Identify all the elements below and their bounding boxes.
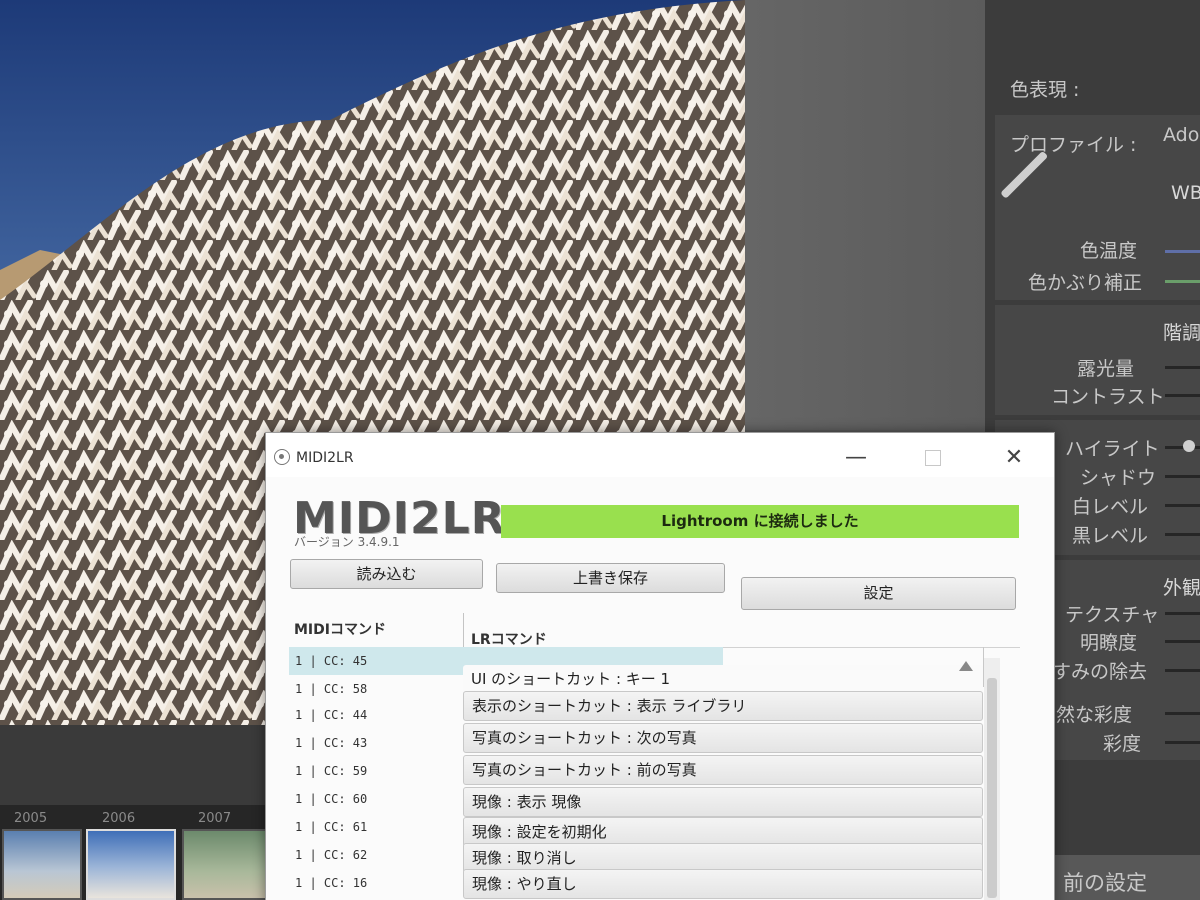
lr-command-dropdown[interactable]: 表示のショートカット : 表示 ライブラリ (463, 691, 983, 721)
midi2lr-app-icon (274, 449, 290, 465)
midi-command-cell: 1 | CC: 62 (295, 848, 368, 862)
connection-status: Lightroom に接続しました (501, 505, 1019, 538)
wb-label: WB (1171, 182, 1200, 204)
midi-command-cell: 1 | CC: 58 (295, 682, 368, 696)
dehaze-slider[interactable] (1165, 669, 1200, 672)
table-row[interactable]: 1 | CC: 62 (289, 841, 461, 869)
maximize-icon (925, 450, 941, 466)
saturation-label: 彩度 (1103, 733, 1142, 755)
lr-command-cell: 写真のショートカット : 次の写真 (472, 729, 697, 747)
midi2lr-window: MIDI2LR — ✕ MIDI2LR バージョン 3.4.9.1 Lightr… (265, 432, 1055, 900)
table-row[interactable]: 1 | CC: 44 (289, 701, 461, 729)
highlights-slider-knob[interactable] (1183, 440, 1195, 452)
blacks-slider[interactable] (1165, 533, 1200, 536)
table-row[interactable]: 1 | CC: 59 (289, 757, 461, 785)
color-representation-label: 色表現 : (1010, 79, 1080, 101)
settings-button[interactable]: 設定 (741, 577, 1016, 610)
whites-slider[interactable] (1165, 504, 1200, 507)
filmstrip-year-label: 2006 (102, 811, 136, 826)
previous-settings-label: 前の設定 (1063, 871, 1147, 895)
filmstrip-thumbnail[interactable] (182, 829, 270, 900)
vibrance-slider[interactable] (1165, 712, 1200, 715)
lr-command-cell: 表示のショートカット : 表示 ライブラリ (472, 697, 747, 715)
midi-command-cell: 1 | CC: 44 (295, 708, 368, 722)
temp-label: 色温度 (1080, 240, 1138, 262)
filmstrip-year-label: 2007 (198, 811, 232, 826)
saturation-slider[interactable] (1165, 741, 1200, 744)
title-bar[interactable]: MIDI2LR — ✕ (266, 433, 1054, 477)
maximize-button[interactable] (911, 443, 955, 473)
texture-label: テクスチャ (1065, 604, 1160, 626)
table-row[interactable]: 1 | CC: 60 (289, 785, 461, 813)
lr-command-cell: 写真のショートカット : 前の写真 (472, 761, 697, 779)
profile-value[interactable]: Ado (1163, 124, 1199, 146)
contrast-slider[interactable] (1165, 394, 1200, 397)
midi-command-cell: 1 | CC: 59 (295, 764, 368, 778)
filmstrip-thumbnail[interactable] (2, 829, 82, 900)
presence-label: 外観 (1163, 577, 1200, 599)
exposure-label: 露光量 (1077, 358, 1135, 380)
dropdown-arrow-icon[interactable] (959, 661, 973, 671)
clarity-label: 明瞭度 (1080, 632, 1138, 654)
lr-command-cell: 現像 : 取り消し (472, 849, 577, 867)
table-row[interactable]: 1 | CC: 16 (289, 869, 461, 897)
profile-label: プロファイル : (1010, 134, 1137, 156)
lr-command-dropdown[interactable]: 写真のショートカット : 次の写真 (463, 723, 983, 753)
lr-command-dropdown[interactable]: 現像 : やり直し (463, 869, 983, 899)
clarity-slider[interactable] (1165, 640, 1200, 643)
vertical-scrollbar[interactable] (984, 658, 1000, 900)
lr-command-dropdown[interactable]: 写真のショートカット : 前の写真 (463, 755, 983, 785)
midi-command-cell: 1 | CC: 16 (295, 876, 368, 890)
midi-command-cell: 1 | CC: 45 (295, 654, 368, 668)
table-row[interactable]: 1 | CC: 43 (289, 729, 461, 757)
midi-command-header: MIDIコマンド (294, 622, 386, 638)
lr-command-dropdown[interactable]: 現像 : 表示 現像 (463, 787, 983, 817)
load-button[interactable]: 読み込む (290, 559, 483, 589)
filmstrip-thumbnail-selected[interactable] (86, 829, 176, 900)
texture-slider[interactable] (1165, 612, 1200, 615)
lr-command-cell: 現像 : やり直し (472, 875, 577, 893)
temp-slider[interactable] (1165, 250, 1200, 253)
midi-command-cell: 1 | CC: 43 (295, 736, 368, 750)
window-title: MIDI2LR (296, 450, 354, 466)
table-row[interactable]: 1 | CC: 58 (289, 675, 461, 703)
scrollbar-thumb[interactable] (987, 678, 997, 898)
midi-command-cell: 1 | CC: 61 (295, 820, 368, 834)
tint-slider[interactable] (1165, 280, 1200, 283)
tint-label: 色かぶり補正 (1028, 272, 1143, 294)
minimize-button[interactable]: — (834, 443, 878, 473)
blacks-label: 黒レベル (1072, 525, 1149, 547)
version-label: バージョン 3.4.9.1 (294, 535, 400, 549)
shadows-label: シャドウ (1080, 467, 1157, 489)
table-row[interactable]: 1 | CC: 61 (289, 813, 461, 841)
shadows-slider[interactable] (1165, 475, 1200, 478)
canvas-background-gradient (745, 0, 985, 430)
tone-label: 階調 (1163, 322, 1200, 344)
close-button[interactable]: ✕ (992, 443, 1036, 473)
lr-command-cell: UI のショートカット : キー 1 (471, 670, 671, 688)
whites-label: 白レベル (1072, 496, 1149, 518)
lr-command-header: LRコマンド (471, 632, 547, 648)
midi-command-cell: 1 | CC: 60 (295, 792, 368, 806)
previous-settings-button[interactable]: 前の設定 (1055, 855, 1200, 900)
contrast-label: コントラスト (1051, 386, 1165, 408)
lr-command-cell: 現像 : 表示 現像 (472, 793, 582, 811)
filmstrip-year-label: 2005 (14, 811, 48, 826)
highlights-label: ハイライト (1065, 438, 1160, 460)
filmstrip: 2005 2006 2007 (0, 805, 270, 900)
lr-command-cell: 現像 : 設定を初期化 (472, 823, 607, 841)
exposure-slider[interactable] (1165, 366, 1200, 369)
overwrite-save-button[interactable]: 上書き保存 (496, 563, 725, 593)
